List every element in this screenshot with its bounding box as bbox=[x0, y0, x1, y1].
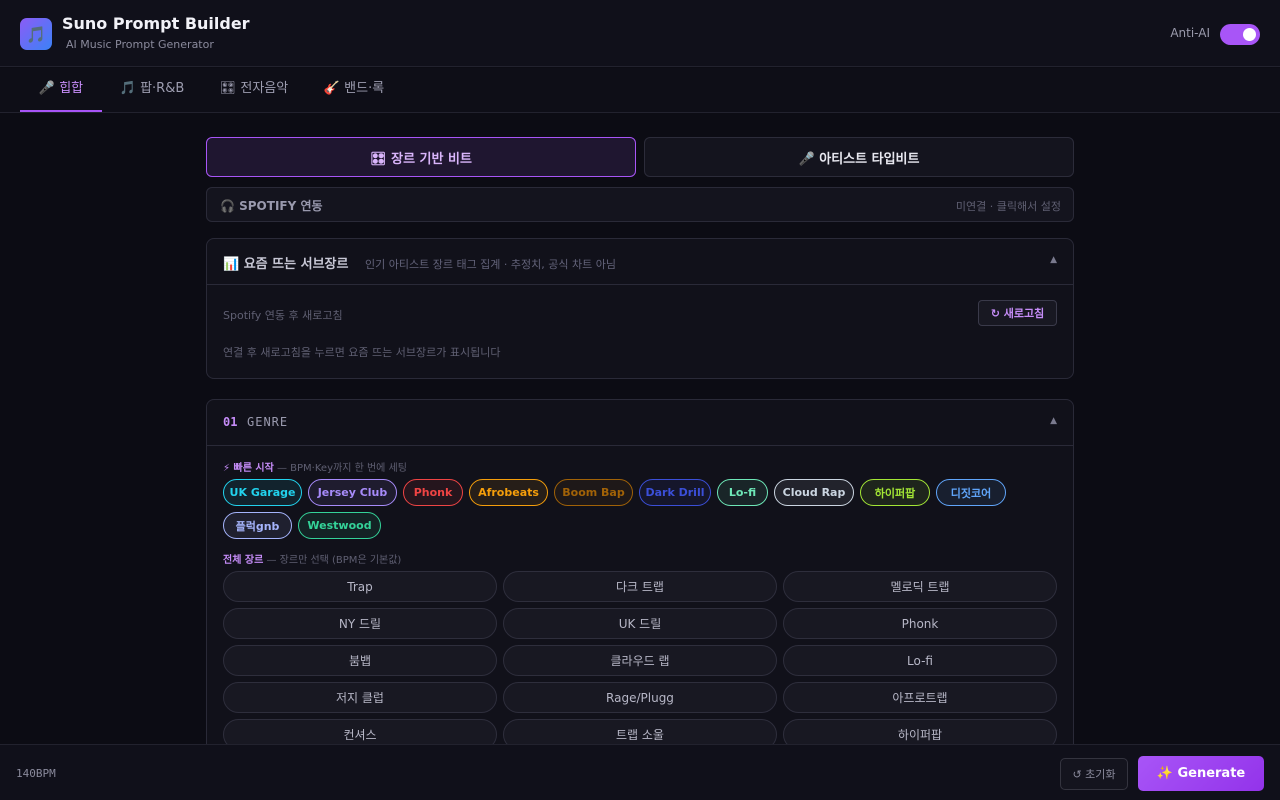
genre-button[interactable]: NY 드릴 bbox=[223, 608, 497, 639]
genre-beat-mode-button[interactable]: 🎛 장르 기반 비트 bbox=[206, 137, 636, 177]
artist-beat-mode-button[interactable]: 🎤 아티스트 타입비트 bbox=[644, 137, 1074, 177]
quick-chip[interactable]: Cloud Rap bbox=[774, 479, 854, 506]
quick-chip[interactable]: Afrobeats bbox=[469, 479, 548, 506]
app-subtitle: AI Music Prompt Generator bbox=[66, 38, 214, 51]
quick-chip[interactable]: Boom Bap bbox=[554, 479, 633, 506]
genre-button[interactable]: 아프로트랩 bbox=[783, 682, 1057, 713]
genre-panel: 01 GENRE ▲ ⚡ 빠른 시작 — BPM·Key까지 한 번에 세팅 U… bbox=[206, 399, 1074, 799]
genre-button[interactable]: Phonk bbox=[783, 608, 1057, 639]
genre-button[interactable]: Trap bbox=[223, 571, 497, 602]
quick-chip[interactable]: 하이퍼팝 bbox=[860, 479, 930, 506]
quick-chip[interactable]: Dark Drill bbox=[639, 479, 711, 506]
quick-chip[interactable]: Westwood bbox=[298, 512, 381, 539]
quick-start-label: ⚡ 빠른 시작 — BPM·Key까지 한 번에 세팅 bbox=[223, 459, 407, 474]
quick-chip[interactable]: Lo-fi bbox=[717, 479, 768, 506]
anti-ai-label: Anti-AI bbox=[1170, 26, 1210, 40]
action-footer: 140BPM ↺ 초기화 ✨ Generate bbox=[0, 744, 1280, 800]
genre-button[interactable]: Rage/Plugg bbox=[503, 682, 777, 713]
quick-chip[interactable]: Jersey Club bbox=[308, 479, 397, 506]
app-header: 🎵 Suno Prompt Builder AI Music Prompt Ge… bbox=[0, 0, 1280, 67]
all-genres-title: 전체 장르 bbox=[223, 555, 264, 566]
genre-button[interactable]: 멜로딕 트랩 bbox=[783, 571, 1057, 602]
toggle-knob bbox=[1243, 28, 1256, 41]
app-title: Suno Prompt Builder bbox=[62, 14, 250, 33]
quick-start-title: ⚡ 빠른 시작 bbox=[223, 463, 274, 474]
collapse-caret-icon: ▲ bbox=[1050, 416, 1057, 426]
spotify-status: 미연결 · 클릭해서 설정 bbox=[955, 200, 1061, 213]
genre-button[interactable]: UK 드릴 bbox=[503, 608, 777, 639]
tab-band-rock[interactable]: 🎸 밴드·록 bbox=[310, 68, 398, 112]
genre-section-title: GENRE bbox=[247, 415, 289, 429]
trending-panel-header[interactable]: 📊 요즘 뜨는 서브장르 인기 아티스트 장르 태그 집계 · 추정치, 공식 … bbox=[207, 239, 1073, 285]
all-genres-label: 전체 장르 — 장르만 선택 (BPM은 기본값) bbox=[223, 551, 401, 566]
trending-subtitle: 인기 아티스트 장르 태그 집계 · 추정치, 공식 차트 아님 bbox=[365, 258, 616, 271]
trending-subgenres-panel: 📊 요즘 뜨는 서브장르 인기 아티스트 장르 태그 집계 · 추정치, 공식 … bbox=[206, 238, 1074, 379]
generate-button[interactable]: ✨ Generate bbox=[1138, 756, 1264, 791]
reset-button[interactable]: ↺ 초기화 bbox=[1060, 758, 1128, 790]
bpm-readout: 140BPM bbox=[16, 767, 56, 780]
quick-chip[interactable]: UK Garage bbox=[223, 479, 302, 506]
tab-pop-rnb[interactable]: 🎵 팝·R&B bbox=[108, 68, 196, 112]
tab-hiphop[interactable]: 🎤 힙합 bbox=[20, 68, 102, 112]
spotify-connect-bar[interactable]: 🎧 SPOTIFY 연동 미연결 · 클릭해서 설정 bbox=[206, 187, 1074, 222]
genre-button[interactable]: 붐뱁 bbox=[223, 645, 497, 676]
refresh-button[interactable]: ↻ 새로고침 bbox=[978, 300, 1057, 326]
genre-button[interactable]: 클라우드 랩 bbox=[503, 645, 777, 676]
anti-ai-toggle[interactable] bbox=[1220, 24, 1260, 45]
quick-start-desc: — BPM·Key까지 한 번에 세팅 bbox=[276, 463, 407, 474]
genre-button[interactable]: 다크 트랩 bbox=[503, 571, 777, 602]
trending-info: Spotify 연동 후 새로고침 bbox=[223, 309, 343, 322]
genre-button[interactable]: Lo-fi bbox=[783, 645, 1057, 676]
category-tabs: 🎤 힙합 🎵 팝·R&B 🎛 전자음악 🎸 밴드·록 bbox=[0, 68, 1280, 113]
spotify-label: 🎧 SPOTIFY 연동 bbox=[220, 199, 323, 213]
collapse-caret-icon: ▲ bbox=[1050, 255, 1057, 265]
all-genres-desc: — 장르만 선택 (BPM은 기본값) bbox=[266, 555, 402, 566]
genre-panel-header[interactable]: 01 GENRE ▲ bbox=[207, 400, 1073, 446]
trending-title: 📊 요즘 뜨는 서브장르 bbox=[223, 257, 349, 272]
trending-hint: 연결 후 새로고침을 누르면 요즘 뜨는 서브장르가 표시됩니다 bbox=[223, 346, 501, 359]
quick-chip[interactable]: 디짓코어 bbox=[936, 479, 1006, 506]
music-note-icon: 🎵 bbox=[20, 18, 52, 50]
genre-button[interactable]: 저지 클럽 bbox=[223, 682, 497, 713]
tab-electronic[interactable]: 🎛 전자음악 bbox=[206, 68, 302, 112]
quick-chip[interactable]: 플럭gnb bbox=[223, 512, 292, 539]
quick-chip[interactable]: Phonk bbox=[403, 479, 463, 506]
genre-section-number: 01 bbox=[223, 415, 238, 429]
